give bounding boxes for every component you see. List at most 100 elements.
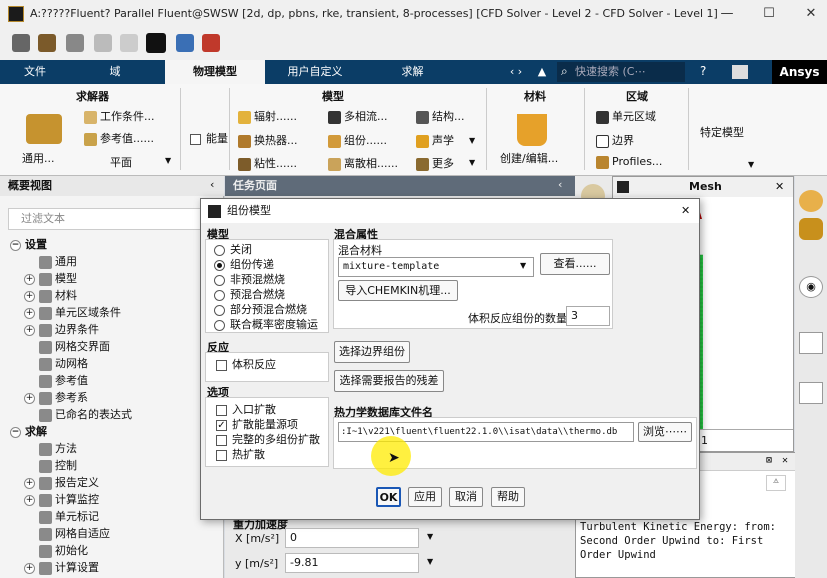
tab-scroll-icon[interactable]: ‹ › (505, 60, 527, 84)
collapse-panel-icon[interactable]: ‹ (558, 178, 562, 191)
close-mesh-icon[interactable]: ✕ (775, 177, 784, 197)
outline-tree-item[interactable]: + 报告定义 (24, 474, 99, 491)
outline-tree-item[interactable]: 初始化 (24, 542, 88, 559)
select-reported-residuals-button[interactable]: 选择需要报告的残差 (334, 370, 444, 392)
workbench-icon[interactable] (146, 33, 166, 53)
copy-icon[interactable] (799, 382, 823, 404)
save-icon[interactable] (66, 34, 84, 52)
model-option[interactable]: 非预混燃烧 (214, 272, 328, 287)
outline-tree-item[interactable]: 通用 (24, 253, 77, 270)
tab-solution[interactable]: 求解 (370, 60, 455, 84)
outline-tree-item[interactable]: 网格交界面 (24, 338, 110, 355)
chevron-down-icon[interactable]: ▼ (469, 158, 475, 167)
expand-toggle-icon[interactable]: + (24, 392, 35, 404)
outline-tree-item[interactable]: 参考值 (24, 372, 88, 389)
refresh-icon[interactable] (94, 34, 112, 52)
general-button[interactable]: 通用... (22, 150, 55, 166)
chevron-down-icon[interactable]: ▼ (427, 557, 433, 566)
help-icon[interactable]: ? (700, 64, 706, 78)
collapse-panel-icon[interactable]: ‹ (210, 178, 214, 191)
special-models-button[interactable]: 特定模型 (700, 124, 744, 140)
console-warning-icon[interactable]: ⚠ (766, 475, 786, 491)
parameters-icon[interactable] (176, 34, 194, 52)
species-button[interactable]: 组份...... (328, 132, 387, 148)
plane-dropdown[interactable]: 平面 (110, 154, 132, 170)
operating-conditions-button[interactable]: 工作条件... (84, 108, 155, 124)
gravity-y-input[interactable]: -9.81 (285, 553, 419, 573)
help-button[interactable]: 帮助 (491, 487, 525, 507)
outline-tree-item[interactable]: 方法 (24, 440, 77, 457)
create-edit-materials-button[interactable]: 创建/编辑... (500, 150, 558, 166)
outline-tree-item[interactable]: + 模型 (24, 270, 77, 287)
options-item[interactable]: 热扩散 (216, 447, 328, 462)
outline-tree-item[interactable]: 单元标记 (24, 508, 99, 525)
outline-tree-item[interactable]: + 材料 (24, 287, 77, 304)
outline-tree-item[interactable]: 控制 (24, 457, 77, 474)
radio-button[interactable] (214, 304, 225, 316)
acoustics-button[interactable]: 声学 (416, 132, 454, 148)
radio-button[interactable] (214, 319, 225, 331)
console-options-icon[interactable]: ⊠ (766, 455, 772, 466)
tab-physics[interactable]: 物理模型 (165, 60, 265, 84)
gravity-x-input[interactable]: 0 (285, 528, 419, 548)
boundaries-button[interactable]: 边界 (596, 132, 634, 148)
reference-values-button[interactable]: 参考值...... (84, 130, 154, 146)
minimize-button[interactable]: — (712, 4, 742, 24)
outline-tree-item[interactable]: + 参考系 (24, 389, 88, 406)
energy-checkbox-box[interactable] (190, 133, 201, 145)
open-data-icon[interactable] (38, 34, 56, 52)
outline-tree-item[interactable]: 已命名的表达式 (24, 406, 132, 423)
expand-toggle-icon[interactable]: + (24, 494, 35, 506)
multiphase-button[interactable]: 多相流... (328, 108, 388, 124)
options-item[interactable]: ✓ 扩散能量源项 (216, 417, 328, 432)
flask-icon[interactable] (517, 114, 547, 146)
volumetric-reaction-checkbox[interactable] (216, 359, 227, 371)
expand-toggle-icon[interactable]: + (24, 290, 35, 302)
expand-toggle-icon[interactable]: + (24, 562, 35, 574)
options-checkbox[interactable] (216, 434, 227, 446)
outline-tree-item[interactable]: − 求解 (10, 423, 47, 440)
energy-checkbox[interactable]: 能量 (190, 130, 228, 146)
discrete-phase-button[interactable]: 离散相...... (328, 155, 398, 171)
more-models-button[interactable]: 更多 (416, 155, 454, 171)
num-species-input[interactable]: 3 (566, 306, 610, 326)
outline-tree-item[interactable]: + 计算监控 (24, 491, 99, 508)
lightning-icon[interactable] (120, 34, 138, 52)
close-window-button[interactable]: ✕ (796, 4, 826, 24)
model-option[interactable]: 预混合燃烧 (214, 287, 328, 302)
expand-toggle-icon[interactable]: − (10, 239, 21, 251)
options-checkbox[interactable]: ✓ (216, 419, 227, 431)
viscous-button[interactable]: 粘性...... (238, 155, 297, 171)
geometry-icon[interactable] (799, 190, 823, 212)
layout-icon[interactable] (732, 65, 748, 79)
chevron-down-icon[interactable]: ▼ (748, 160, 754, 169)
close-dialog-icon[interactable]: ✕ (681, 199, 690, 223)
radio-button[interactable] (214, 274, 225, 286)
volumetric-reaction-option[interactable]: 体积反应 (216, 357, 328, 372)
open-case-icon[interactable] (12, 34, 30, 52)
cell-zones-button[interactable]: 单元区域 (596, 108, 656, 124)
outline-tree-item[interactable]: − 设置 (10, 236, 47, 253)
chevron-down-icon[interactable]: ▼ (427, 532, 433, 541)
general-icon[interactable] (26, 114, 62, 144)
ok-button[interactable]: OK (376, 487, 401, 507)
mesh-view-dropdown[interactable]: 1 (697, 429, 793, 451)
profiles-button[interactable]: Profiles... (596, 155, 662, 169)
apply-button[interactable]: 应用 (408, 487, 442, 507)
model-option[interactable]: 组份传递 (214, 257, 328, 272)
expand-toggle-icon[interactable]: + (24, 477, 35, 489)
options-checkbox[interactable] (216, 404, 227, 416)
plot-icon[interactable] (799, 332, 823, 354)
model-option[interactable]: 部分预混合燃烧 (214, 302, 328, 317)
cancel-button[interactable]: 取消 (449, 487, 483, 507)
filter-text-input[interactable]: 过滤文本 (8, 208, 216, 230)
browse-button[interactable]: 浏览⋯⋯ (638, 422, 692, 442)
tab-file[interactable]: 文件 (0, 60, 70, 84)
collapse-ribbon-icon[interactable]: ▲ (532, 60, 552, 84)
structure-button[interactable]: 结构... (416, 108, 465, 124)
radio-button[interactable] (214, 244, 225, 256)
chevron-down-icon[interactable]: ▼ (520, 261, 526, 270)
radio-button[interactable] (214, 289, 225, 301)
outline-tree-item[interactable]: 网格自适应 (24, 525, 110, 542)
view-eye-icon[interactable]: ◉ (799, 276, 823, 298)
